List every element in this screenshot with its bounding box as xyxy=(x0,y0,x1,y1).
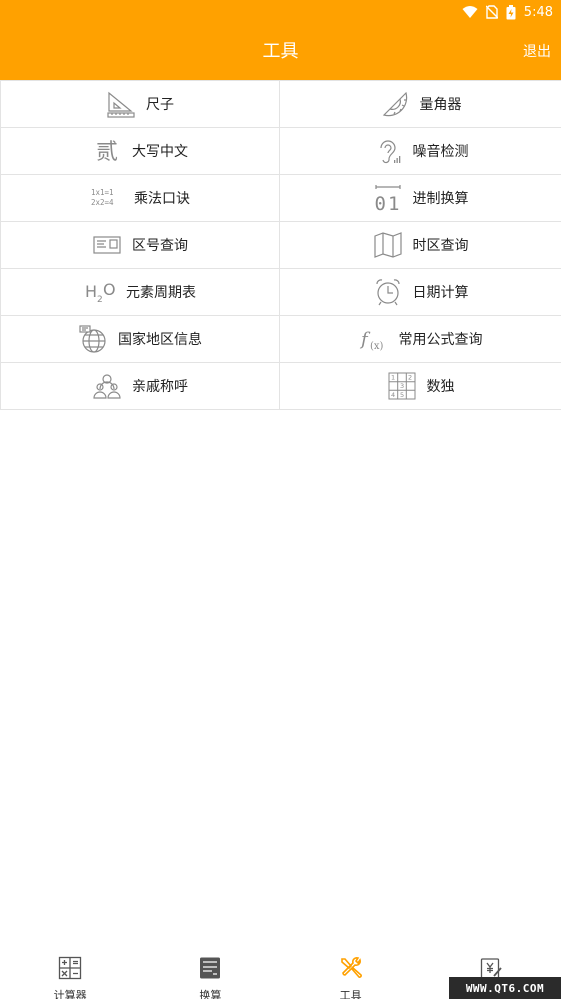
globe-flag-icon xyxy=(78,324,108,354)
tool-label: 量角器 xyxy=(419,97,462,113)
tab-calculator[interactable]: 计算器 xyxy=(0,952,140,999)
tool-label: 进制换算 xyxy=(412,191,469,207)
tab-label: 工具 xyxy=(339,989,362,999)
formula-x: (x) xyxy=(370,341,384,352)
tool-chinese-uppercase[interactable]: 贰 大写中文 xyxy=(0,128,280,175)
tab-label: 计算器 xyxy=(53,989,87,999)
wifi-icon xyxy=(462,5,478,19)
chinese-icon-glyph: 贰 xyxy=(96,140,118,165)
family-icon xyxy=(92,371,122,401)
ear-noise-icon xyxy=(373,136,403,166)
mult-icon-line-2: 2x2=4 xyxy=(91,198,114,207)
ruler-triangle-icon xyxy=(106,89,136,119)
multiplication-table-icon: 1x1=1 2x2=4 xyxy=(90,183,124,213)
status-bar: 5:48 xyxy=(462,3,553,21)
tool-multiplication[interactable]: 1x1=1 2x2=4 乘法口诀 xyxy=(0,175,280,222)
sudoku-digit: 1 xyxy=(391,374,395,382)
sudoku-digit: 2 xyxy=(408,374,412,382)
tool-label: 常用公式查询 xyxy=(398,332,483,348)
alarm-clock-icon xyxy=(373,277,403,307)
status-time: 5:48 xyxy=(523,4,553,20)
tool-label: 亲戚称呼 xyxy=(132,379,188,395)
tool-formula[interactable]: f (x) 常用公式查询 xyxy=(280,316,561,363)
tool-label: 日期计算 xyxy=(412,285,469,301)
tool-label: 国家地区信息 xyxy=(118,332,202,348)
map-icon xyxy=(373,230,403,260)
area-code-card-icon xyxy=(92,230,122,260)
calculator-icon xyxy=(58,956,82,984)
exit-button[interactable]: 退出 xyxy=(523,42,551,62)
tool-label: 时区查询 xyxy=(412,238,469,254)
tool-area-code[interactable]: 区号查询 xyxy=(0,222,280,269)
battery-charging-icon xyxy=(506,4,516,20)
tool-label: 尺子 xyxy=(146,97,174,113)
watermark: WWW.QT6.COM xyxy=(449,977,561,999)
tool-label: 乘法口诀 xyxy=(134,191,190,207)
tool-label: 数独 xyxy=(426,379,455,395)
sudoku-grid-icon: 1 2345 xyxy=(387,371,417,401)
chinese-numeral-icon: 贰 xyxy=(92,136,122,166)
no-sim-icon xyxy=(485,5,498,19)
tool-timezone[interactable]: 时区查询 xyxy=(280,222,561,269)
h2o-two: 2 xyxy=(97,295,103,305)
protractor-icon xyxy=(380,89,410,119)
formula-fx-icon: f (x) xyxy=(359,324,389,354)
tool-label: 区号查询 xyxy=(132,238,188,254)
tool-date-calc[interactable]: 日期计算 xyxy=(280,269,561,316)
tool-protractor[interactable]: 量角器 xyxy=(280,81,561,128)
tool-noise-detect[interactable]: 噪音检测 xyxy=(280,128,561,175)
tools-icon xyxy=(339,956,363,984)
tool-label: 大写中文 xyxy=(132,144,188,160)
convert-doc-icon xyxy=(198,956,222,984)
sudoku-digit: 5 xyxy=(400,391,404,399)
h2o-o: O xyxy=(103,280,116,299)
tab-tools[interactable]: 工具 xyxy=(281,952,421,999)
tools-grid: 尺子 量角器 贰 大写中文 噪音检测 1x1=1 2x2=4 乘法口诀 01 进制… xyxy=(0,80,561,410)
sudoku-digit: 4 xyxy=(391,391,395,399)
tool-ruler[interactable]: 尺子 xyxy=(0,81,280,128)
h2o-h: H xyxy=(85,282,97,301)
tool-sudoku[interactable]: 1 2345 数独 xyxy=(280,363,561,410)
app-header: 5:48 工具 退出 xyxy=(0,0,561,80)
binary-convert-icon: 01 xyxy=(373,183,403,213)
tool-label: 噪音检测 xyxy=(412,144,469,160)
binary-icon-text: 01 xyxy=(374,193,401,213)
tool-label: 元素周期表 xyxy=(126,285,196,301)
h2o-icon: H2O xyxy=(84,277,116,307)
tool-periodic-table[interactable]: H2O 元素周期表 xyxy=(0,269,280,316)
tab-label: 换算 xyxy=(199,989,222,999)
tool-relatives[interactable]: 亲戚称呼 xyxy=(0,363,280,410)
page-title: 工具 xyxy=(262,41,299,62)
mult-icon-line-1: 1x1=1 xyxy=(91,188,114,197)
tab-convert[interactable]: 换算 xyxy=(140,952,280,999)
tool-base-convert[interactable]: 01 进制换算 xyxy=(280,175,561,222)
sudoku-digit: 3 xyxy=(400,382,404,390)
tool-country-info[interactable]: 国家地区信息 xyxy=(0,316,280,363)
